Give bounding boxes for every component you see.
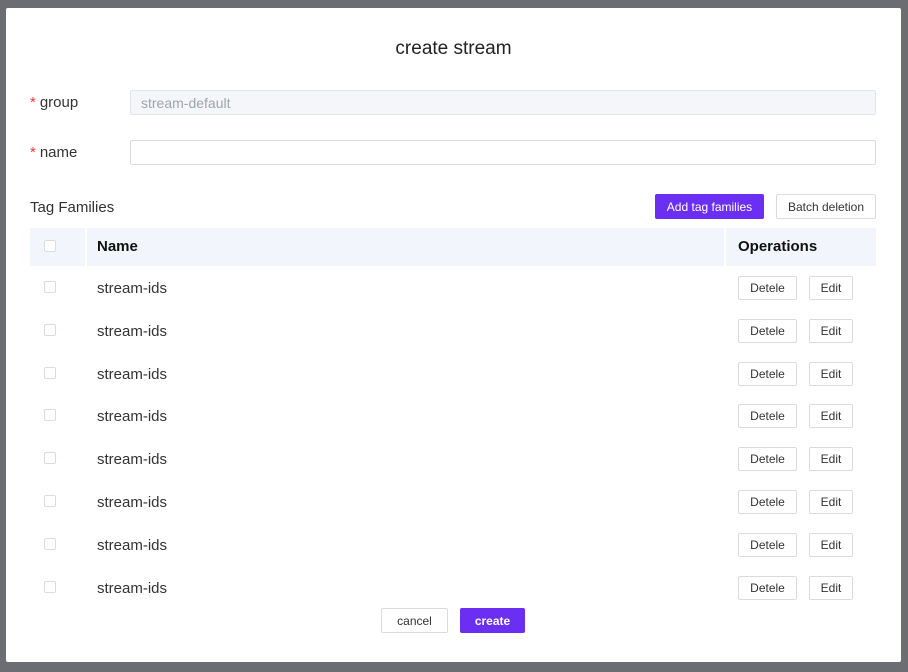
row-checkbox[interactable] xyxy=(44,409,56,422)
delete-button[interactable]: Detele xyxy=(738,447,797,472)
cancel-button[interactable]: cancel xyxy=(381,608,448,633)
column-divider xyxy=(85,228,87,266)
group-label-text: group xyxy=(39,94,79,111)
required-mark: * xyxy=(30,144,36,161)
row-checkbox[interactable] xyxy=(44,323,56,336)
table-row: stream-ids Detele Edit xyxy=(30,437,876,480)
name-label-text: name xyxy=(39,144,78,161)
create-button[interactable]: create xyxy=(460,608,525,633)
row-name: stream-ids xyxy=(97,451,168,469)
name-input[interactable] xyxy=(130,140,876,165)
edit-button[interactable]: Edit xyxy=(809,489,853,514)
delete-button[interactable]: Detele xyxy=(738,276,797,300)
row-checkbox[interactable] xyxy=(44,281,56,293)
select-all-checkbox[interactable] xyxy=(44,240,56,252)
batch-deletion-button[interactable]: Batch deletion xyxy=(776,194,876,219)
column-header-operations: Operations xyxy=(738,238,818,255)
group-row: * group xyxy=(30,90,876,116)
edit-button[interactable]: Edit xyxy=(809,276,853,300)
row-checkbox[interactable] xyxy=(44,452,56,465)
delete-button[interactable]: Detele xyxy=(738,575,797,600)
table-row: stream-ids Detele Edit xyxy=(30,309,876,352)
column-divider xyxy=(724,228,726,266)
table-body: stream-ids Detele Edit stream-ids Detele… xyxy=(30,266,876,608)
edit-button[interactable]: Edit xyxy=(809,532,853,557)
table-row: stream-ids Detele Edit xyxy=(30,352,876,395)
delete-button[interactable]: Detele xyxy=(738,532,797,557)
name-label: * name xyxy=(30,144,77,161)
tag-families-label: Tag Families xyxy=(30,199,115,216)
edit-button[interactable]: Edit xyxy=(809,361,853,386)
group-label: * group xyxy=(30,94,78,111)
column-header-name: Name xyxy=(97,238,138,255)
table-row: stream-ids Detele Edit xyxy=(30,266,876,309)
row-checkbox[interactable] xyxy=(44,580,56,593)
delete-button[interactable]: Detele xyxy=(738,361,797,386)
row-checkbox[interactable] xyxy=(44,537,56,550)
row-name: stream-ids xyxy=(97,322,168,340)
delete-button[interactable]: Detele xyxy=(738,489,797,514)
row-name: stream-ids xyxy=(97,408,168,426)
tag-families-table: Name Operations stream-ids Detele Edit s… xyxy=(30,228,876,608)
group-input xyxy=(130,90,876,115)
table-row: stream-ids Detele Edit xyxy=(30,523,876,566)
table-header: Name Operations xyxy=(30,228,876,266)
edit-button[interactable]: Edit xyxy=(809,404,853,429)
required-mark: * xyxy=(30,94,36,111)
row-name: stream-ids xyxy=(97,536,168,554)
table-row: stream-ids Detele Edit xyxy=(30,566,876,609)
delete-button[interactable]: Detele xyxy=(738,404,797,429)
dialog-title: create stream xyxy=(395,38,512,59)
row-name: stream-ids xyxy=(97,365,168,383)
edit-button[interactable]: Edit xyxy=(809,447,853,472)
edit-button[interactable]: Edit xyxy=(809,575,853,600)
row-name: stream-ids xyxy=(97,493,168,511)
table-row: stream-ids Detele Edit xyxy=(30,480,876,523)
row-checkbox[interactable] xyxy=(44,494,56,507)
delete-button[interactable]: Detele xyxy=(738,318,797,343)
name-row: * name xyxy=(30,140,876,166)
edit-button[interactable]: Edit xyxy=(809,318,853,343)
table-row: stream-ids Detele Edit xyxy=(30,394,876,437)
row-checkbox[interactable] xyxy=(44,366,56,379)
row-name: stream-ids xyxy=(97,280,168,297)
row-name: stream-ids xyxy=(97,579,168,597)
create-stream-dialog: create stream *group *name Tag Families … xyxy=(6,8,901,662)
add-tag-families-button[interactable]: Add tag families xyxy=(655,194,764,219)
